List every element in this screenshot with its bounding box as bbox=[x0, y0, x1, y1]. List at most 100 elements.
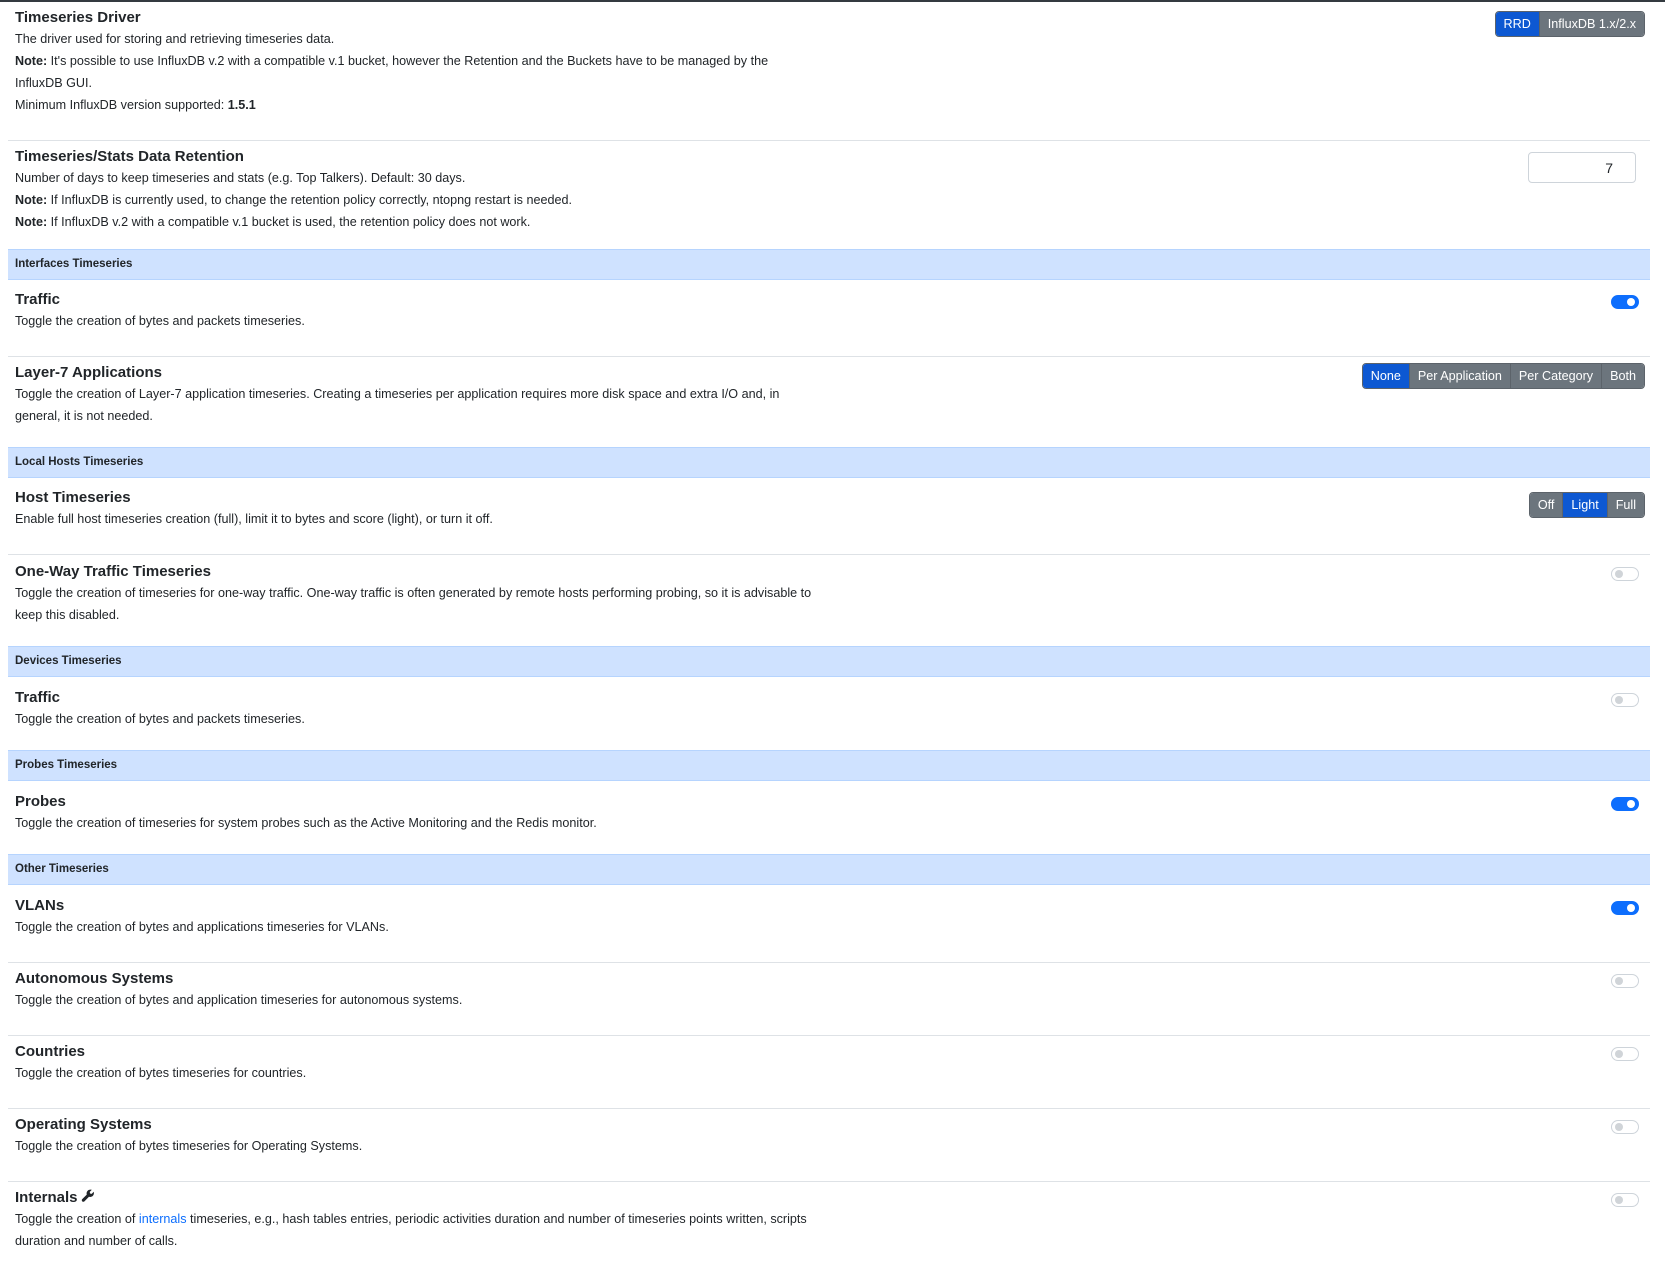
retention-note-1: Note: If InfluxDB is currently used, to … bbox=[15, 189, 815, 211]
setting-title-wrap: Internals bbox=[15, 1188, 815, 1208]
section-devices-timeseries: Devices Timeseries bbox=[8, 646, 1650, 677]
interfaces-traffic-row: Traffic Toggle the creation of bytes and… bbox=[8, 290, 1650, 350]
probes-row: Probes Toggle the creation of timeseries… bbox=[8, 792, 1650, 852]
divider bbox=[8, 554, 1650, 555]
driver-option-rrd[interactable]: RRD bbox=[1495, 12, 1539, 36]
vlans-toggle[interactable] bbox=[1611, 901, 1639, 915]
setting-title: Probes bbox=[15, 793, 66, 810]
autonomous-systems-row: Autonomous Systems Toggle the creation o… bbox=[8, 969, 1650, 1029]
retention-title: Timeseries/Stats Data Retention bbox=[15, 148, 244, 165]
note-text: If InfluxDB is currently used, to change… bbox=[47, 193, 572, 207]
toggle-knob bbox=[1627, 298, 1635, 306]
retention-days-input[interactable]: 7 bbox=[1528, 152, 1636, 183]
setting-desc: Toggle the creation of bytes timeseries … bbox=[15, 1139, 363, 1153]
setting-desc: Toggle the creation of timeseries for sy… bbox=[15, 816, 597, 830]
section-local-hosts-timeseries: Local Hosts Timeseries bbox=[8, 447, 1650, 478]
driver-desc: The driver used for storing and retrievi… bbox=[15, 32, 335, 46]
setting-desc: Toggle the creation of bytes and applica… bbox=[15, 993, 463, 1007]
min-version-label: Minimum InfluxDB version supported: bbox=[15, 98, 228, 112]
retention-desc: Number of days to keep timeseries and st… bbox=[15, 171, 466, 185]
note-label: Note: bbox=[15, 193, 48, 207]
setting-title: Traffic bbox=[15, 291, 61, 308]
driver-min-version: Minimum InfluxDB version supported: 1.5.… bbox=[15, 94, 815, 116]
vlans-row: VLANs Toggle the creation of bytes and a… bbox=[8, 896, 1650, 956]
retention-note-2: Note: If InfluxDB v.2 with a compatible … bbox=[15, 211, 815, 233]
desc-text: Toggle the creation of bbox=[15, 1212, 139, 1226]
l7-option-per-category[interactable]: Per Category bbox=[1509, 364, 1602, 388]
l7-option-none[interactable]: None bbox=[1362, 364, 1409, 388]
divider bbox=[8, 356, 1650, 357]
one-way-traffic-toggle[interactable] bbox=[1611, 567, 1639, 581]
toggle-knob bbox=[1615, 570, 1623, 578]
internals-row: Internals Toggle the creation of interna… bbox=[8, 1188, 1650, 1268]
setting-desc: Enable full host timeseries creation (fu… bbox=[15, 512, 493, 526]
setting-title: Layer-7 Applications bbox=[15, 364, 162, 381]
countries-toggle[interactable] bbox=[1611, 1047, 1639, 1061]
setting-desc: Toggle the creation of bytes and packets… bbox=[15, 314, 305, 328]
toggle-knob bbox=[1615, 1050, 1623, 1058]
setting-desc: Toggle the creation of bytes timeseries … bbox=[15, 1066, 307, 1080]
probes-toggle[interactable] bbox=[1611, 797, 1639, 811]
host-ts-option-light[interactable]: Light bbox=[1562, 493, 1607, 517]
driver-selector: RRD InfluxDB 1.x/2.x bbox=[1494, 11, 1645, 37]
one-way-traffic-row: One-Way Traffic Timeseries Toggle the cr… bbox=[8, 562, 1650, 632]
divider bbox=[8, 1108, 1650, 1109]
retention-row: Timeseries/Stats Data Retention Number o… bbox=[8, 147, 1650, 247]
setting-title: Countries bbox=[15, 1043, 86, 1060]
divider bbox=[8, 1035, 1650, 1036]
driver-title: Timeseries Driver bbox=[15, 9, 141, 26]
countries-row: Countries Toggle the creation of bytes t… bbox=[8, 1042, 1650, 1102]
driver-option-influxdb[interactable]: InfluxDB 1.x/2.x bbox=[1538, 12, 1644, 36]
toggle-knob bbox=[1615, 977, 1623, 985]
l7-applications-row: Layer-7 Applications Toggle the creation… bbox=[8, 363, 1650, 433]
toggle-knob bbox=[1627, 904, 1635, 912]
setting-desc: Toggle the creation of timeseries for on… bbox=[15, 586, 812, 622]
toggle-knob bbox=[1615, 696, 1623, 704]
driver-note: Note: It's possible to use InfluxDB v.2 … bbox=[15, 50, 815, 94]
devices-traffic-row: Traffic Toggle the creation of bytes and… bbox=[8, 688, 1650, 748]
internals-link[interactable]: internals bbox=[139, 1212, 187, 1226]
section-title: Other Timeseries bbox=[15, 863, 109, 875]
operating-systems-row: Operating Systems Toggle the creation of… bbox=[8, 1115, 1650, 1175]
setting-title: One-Way Traffic Timeseries bbox=[15, 563, 211, 580]
section-title: Local Hosts Timeseries bbox=[15, 456, 144, 468]
wrench-icon bbox=[81, 1189, 94, 1202]
host-timeseries-row: Host Timeseries Enable full host timeser… bbox=[8, 488, 1650, 548]
driver-row: Timeseries Driver The driver used for st… bbox=[8, 8, 1650, 138]
toggle-knob bbox=[1615, 1123, 1623, 1131]
retention-days-value: 7 bbox=[1605, 160, 1613, 176]
divider bbox=[8, 140, 1650, 141]
section-title: Probes Timeseries bbox=[15, 759, 118, 771]
note-label: Note: bbox=[15, 54, 48, 68]
toggle-knob bbox=[1627, 800, 1635, 808]
divider bbox=[8, 1181, 1650, 1182]
section-interfaces-timeseries: Interfaces Timeseries bbox=[8, 249, 1650, 280]
host-timeseries-selector: Off Light Full bbox=[1528, 492, 1645, 518]
setting-title: Traffic bbox=[15, 689, 61, 706]
host-ts-option-full[interactable]: Full bbox=[1606, 493, 1644, 517]
note-text: If InfluxDB v.2 with a compatible v.1 bu… bbox=[47, 215, 531, 229]
l7-option-both[interactable]: Both bbox=[1601, 364, 1644, 388]
setting-desc: Toggle the creation of Layer-7 applicati… bbox=[15, 387, 780, 423]
setting-title: Host Timeseries bbox=[15, 489, 131, 506]
setting-title: Internals bbox=[15, 1189, 78, 1206]
setting-title: VLANs bbox=[15, 897, 65, 914]
section-title: Devices Timeseries bbox=[15, 655, 122, 667]
divider bbox=[8, 962, 1650, 963]
devices-traffic-toggle[interactable] bbox=[1611, 693, 1639, 707]
l7-option-per-application[interactable]: Per Application bbox=[1408, 364, 1510, 388]
setting-title: Operating Systems bbox=[15, 1116, 152, 1133]
note-text: It's possible to use InfluxDB v.2 with a… bbox=[15, 54, 769, 90]
section-title: Interfaces Timeseries bbox=[15, 258, 133, 270]
setting-desc: Toggle the creation of internals timeser… bbox=[15, 1208, 815, 1252]
operating-systems-toggle[interactable] bbox=[1611, 1120, 1639, 1134]
autonomous-systems-toggle[interactable] bbox=[1611, 974, 1639, 988]
internals-toggle[interactable] bbox=[1611, 1193, 1639, 1207]
section-other-timeseries: Other Timeseries bbox=[8, 854, 1650, 885]
host-ts-option-off[interactable]: Off bbox=[1529, 493, 1563, 517]
setting-desc: Toggle the creation of bytes and packets… bbox=[15, 712, 305, 726]
min-version-value: 1.5.1 bbox=[227, 98, 256, 112]
toggle-knob bbox=[1615, 1196, 1623, 1204]
interfaces-traffic-toggle[interactable] bbox=[1611, 295, 1639, 309]
setting-desc: Toggle the creation of bytes and applica… bbox=[15, 920, 389, 934]
